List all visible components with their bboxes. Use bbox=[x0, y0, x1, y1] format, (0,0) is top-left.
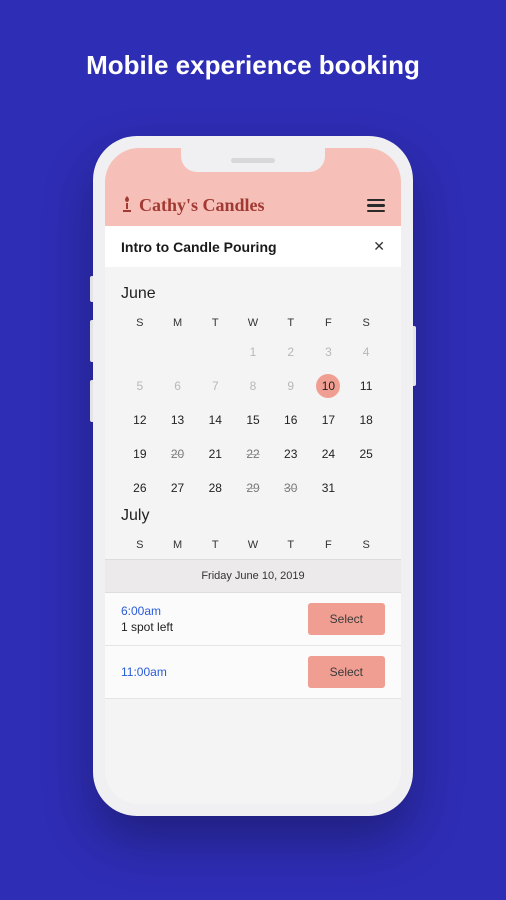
weekday-label: T bbox=[196, 313, 234, 333]
week-row: 567891011 bbox=[121, 371, 385, 401]
weekday-row: SMTWTFS bbox=[121, 535, 385, 555]
calendar-day[interactable]: 18 bbox=[347, 405, 385, 435]
calendar-day[interactable]: 12 bbox=[121, 405, 159, 435]
calendar: JuneSMTWTFS12345678910111213141516171819… bbox=[105, 267, 401, 705]
close-icon[interactable]: ✕ bbox=[373, 238, 385, 255]
calendar-day bbox=[347, 473, 385, 503]
calendar-day[interactable]: 10 bbox=[310, 371, 348, 401]
calendar-day[interactable]: 11 bbox=[347, 371, 385, 401]
calendar-day[interactable]: 22 bbox=[234, 439, 272, 469]
time-slot: 6:00am 1 spot left Select bbox=[105, 593, 401, 646]
weekday-label: T bbox=[272, 535, 310, 555]
calendar-day[interactable]: 14 bbox=[196, 405, 234, 435]
booking-title-bar: Intro to Candle Pouring ✕ bbox=[105, 226, 401, 267]
weekday-row: SMTWTFS bbox=[121, 313, 385, 333]
weekday-label: S bbox=[347, 313, 385, 333]
calendar-day[interactable]: 16 bbox=[272, 405, 310, 435]
weekday-label: F bbox=[310, 535, 348, 555]
weekday-label: W bbox=[234, 313, 272, 333]
calendar-day[interactable]: 28 bbox=[196, 473, 234, 503]
calendar-day[interactable]: 3 bbox=[310, 337, 348, 367]
weekday-label: S bbox=[347, 535, 385, 555]
slot-time[interactable]: 11:00am bbox=[121, 665, 167, 679]
week-row: 19202122232425 bbox=[121, 439, 385, 469]
phone-screen: Cathy's Candles Intro to Candle Pouring … bbox=[105, 148, 401, 804]
phone-mockup: Cathy's Candles Intro to Candle Pouring … bbox=[93, 136, 413, 816]
weekday-label: M bbox=[159, 535, 197, 555]
calendar-day[interactable]: 23 bbox=[272, 439, 310, 469]
calendar-day[interactable]: 19 bbox=[121, 439, 159, 469]
weekday-label: S bbox=[121, 313, 159, 333]
calendar-day[interactable]: 4 bbox=[347, 337, 385, 367]
slot-note: 1 spot left bbox=[121, 620, 173, 634]
menu-icon[interactable] bbox=[367, 199, 385, 216]
weekday-label: S bbox=[121, 535, 159, 555]
slot-info: 11:00am bbox=[121, 665, 167, 679]
calendar-day[interactable]: 26 bbox=[121, 473, 159, 503]
phone-notch bbox=[181, 148, 325, 172]
calendar-day[interactable]: 15 bbox=[234, 405, 272, 435]
time-slots: 6:00am 1 spot left Select 11:00am Select bbox=[105, 593, 401, 699]
calendar-day[interactable]: 2 bbox=[272, 337, 310, 367]
time-slot: 11:00am Select bbox=[105, 646, 401, 699]
calendar-day[interactable]: 30 bbox=[272, 473, 310, 503]
weekday-label: M bbox=[159, 313, 197, 333]
calendar-day[interactable]: 31 bbox=[310, 473, 348, 503]
calendar-day[interactable]: 20 bbox=[159, 439, 197, 469]
slot-time[interactable]: 6:00am bbox=[121, 604, 173, 618]
week-row: 1234 bbox=[121, 337, 385, 367]
weekday-label: T bbox=[196, 535, 234, 555]
week-row: 262728293031 bbox=[121, 473, 385, 503]
calendar-day[interactable]: 25 bbox=[347, 439, 385, 469]
brand-text: Cathy's Candles bbox=[139, 195, 265, 216]
calendar-day[interactable]: 13 bbox=[159, 405, 197, 435]
week-row: 12131415161718 bbox=[121, 405, 385, 435]
calendar-day[interactable]: 1 bbox=[234, 337, 272, 367]
selected-date-banner: Friday June 10, 2019 bbox=[105, 559, 401, 593]
calendar-day[interactable]: 24 bbox=[310, 439, 348, 469]
calendar-day[interactable]: 27 bbox=[159, 473, 197, 503]
weekday-label: F bbox=[310, 313, 348, 333]
select-button[interactable]: Select bbox=[308, 603, 385, 635]
calendar-day[interactable]: 7 bbox=[196, 371, 234, 401]
slot-info: 6:00am 1 spot left bbox=[121, 604, 173, 634]
calendar-day bbox=[121, 337, 159, 367]
calendar-day[interactable]: 29 bbox=[234, 473, 272, 503]
calendar-day[interactable]: 21 bbox=[196, 439, 234, 469]
phone-speaker bbox=[231, 158, 275, 163]
phone-side-button-right bbox=[413, 326, 416, 386]
brand[interactable]: Cathy's Candles bbox=[121, 195, 265, 216]
month-label: July bbox=[121, 507, 385, 525]
calendar-day bbox=[159, 337, 197, 367]
calendar-day bbox=[196, 337, 234, 367]
calendar-day[interactable]: 5 bbox=[121, 371, 159, 401]
booking-title: Intro to Candle Pouring bbox=[121, 239, 277, 255]
calendar-day[interactable]: 8 bbox=[234, 371, 272, 401]
candle-icon bbox=[121, 196, 133, 215]
calendar-day[interactable]: 17 bbox=[310, 405, 348, 435]
weekday-label: T bbox=[272, 313, 310, 333]
page-title: Mobile experience booking bbox=[0, 0, 506, 81]
weekday-label: W bbox=[234, 535, 272, 555]
calendar-day[interactable]: 9 bbox=[272, 371, 310, 401]
month-label: June bbox=[121, 285, 385, 303]
calendar-day[interactable]: 6 bbox=[159, 371, 197, 401]
select-button[interactable]: Select bbox=[308, 656, 385, 688]
phone-side-buttons-left bbox=[90, 276, 93, 422]
